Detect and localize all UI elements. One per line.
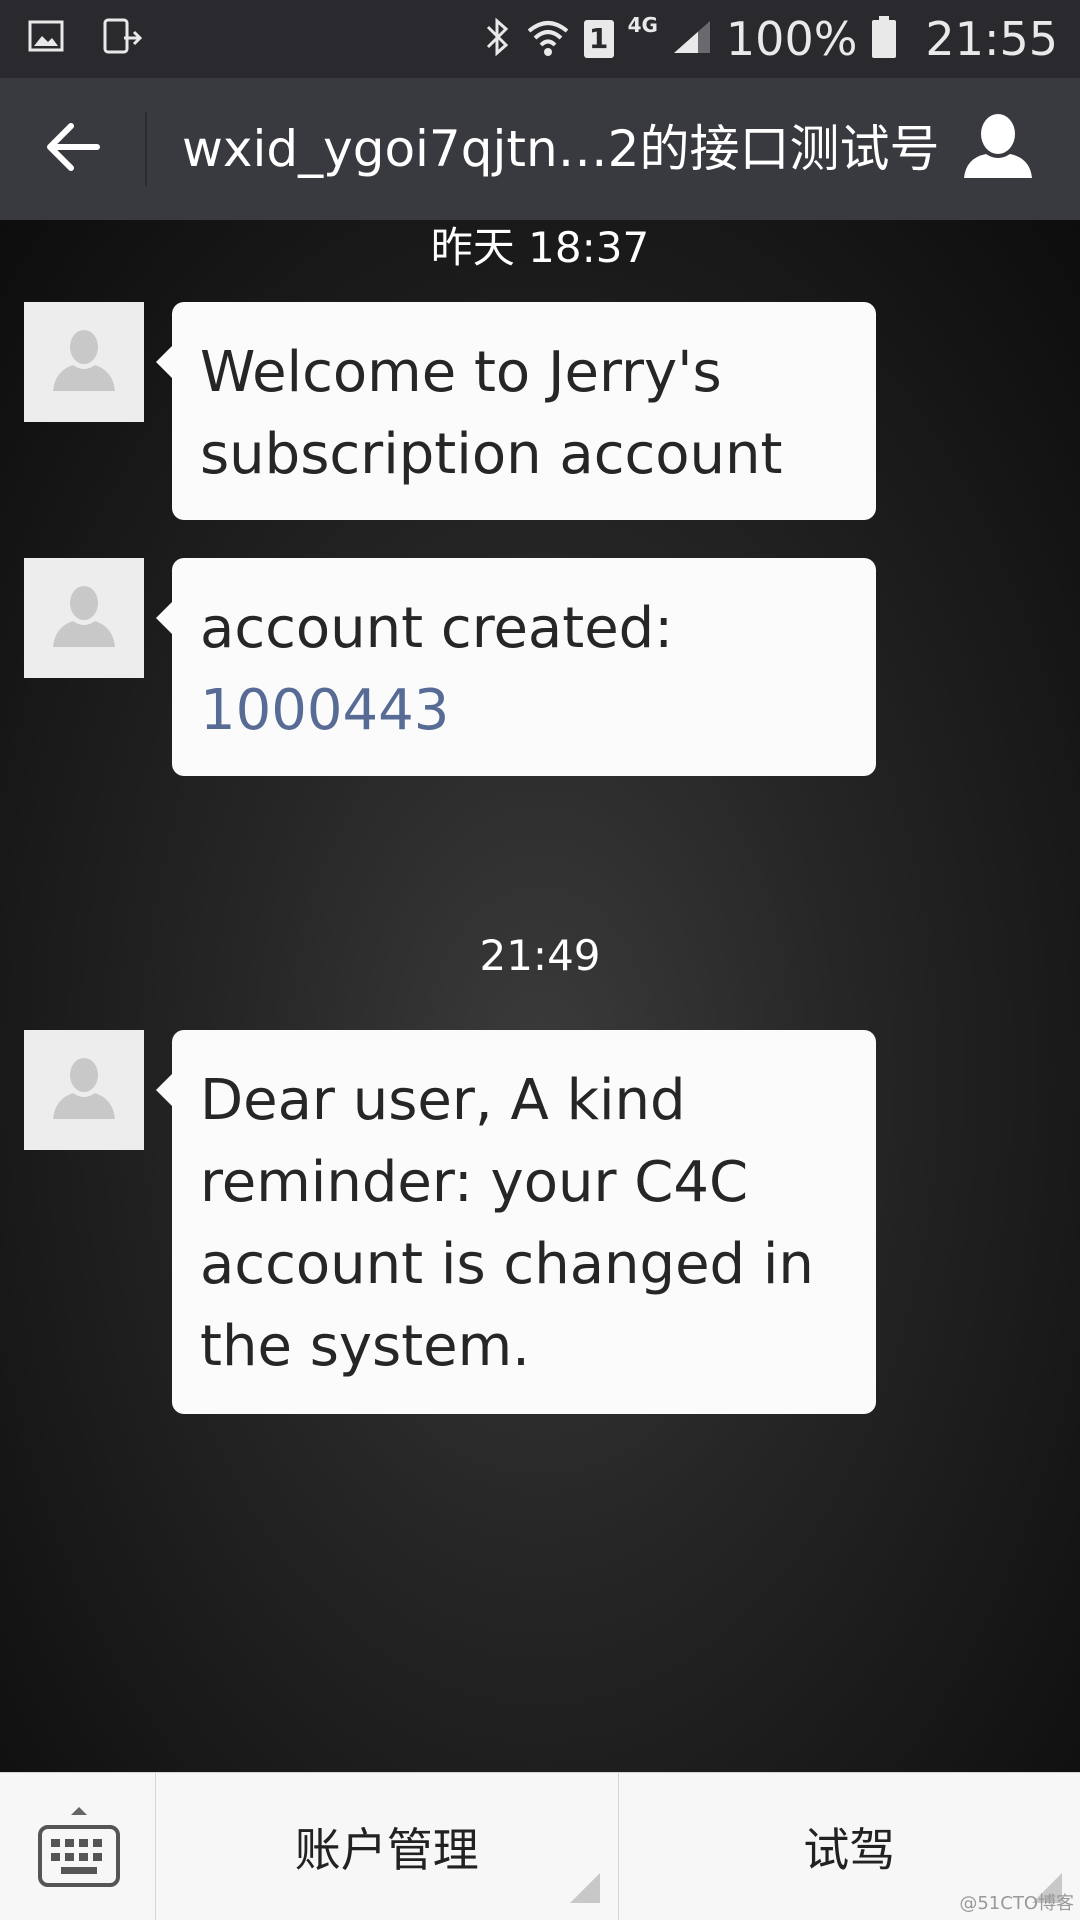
battery-icon — [871, 15, 897, 63]
avatar[interactable] — [24, 1030, 144, 1150]
message-list[interactable]: 昨天 18:37 Welcome to Jerry's subscription… — [0, 220, 1080, 1772]
timestamp: 昨天 18:37 — [430, 223, 650, 272]
back-arrow-icon — [45, 122, 101, 176]
bluetooth-icon — [484, 17, 512, 61]
message-text: account created: — [200, 596, 674, 661]
menu-label: 账户管理 — [294, 1823, 479, 1877]
sim-indicator: 1 — [583, 20, 614, 58]
message-bubble[interactable]: Welcome to Jerry's subscription account — [156, 302, 876, 520]
avatar[interactable] — [24, 302, 144, 422]
back-button[interactable] — [38, 114, 108, 184]
watermark: @51CTO博客 — [959, 1893, 1074, 1914]
profile-button[interactable] — [960, 112, 1036, 188]
default-avatar-icon — [53, 330, 115, 391]
user-icon — [960, 114, 1036, 192]
message-bubble[interactable]: Dear user, A kind reminder: your C4C acc… — [156, 1030, 876, 1414]
status-bar: 1 4G 100% 21:55 — [0, 0, 1080, 78]
screen-cast-icon — [102, 18, 143, 60]
timestamp: 21:49 — [479, 931, 601, 980]
default-avatar-icon — [53, 1058, 115, 1119]
menu-account-management[interactable]: 账户管理 — [156, 1773, 618, 1920]
chat-screen: 1 4G 100% 21:55 wxid_ygoi7qjtn…2的接口测试号 昨… — [0, 0, 1080, 1920]
avatar[interactable] — [24, 558, 144, 678]
signal-icon — [672, 19, 712, 59]
battery-percent: 100% — [725, 12, 858, 66]
bottom-menu: 账户管理 试驾 @51CTO博客 — [0, 1772, 1080, 1920]
menu-label: 试驾 — [803, 1823, 896, 1877]
wifi-icon — [526, 17, 570, 61]
keyboard-toggle-button[interactable] — [0, 1773, 156, 1920]
chat-title: wxid_ygoi7qjtn…2的接口测试号 — [182, 120, 940, 178]
message-bubble[interactable]: account created: 1000443 — [156, 558, 876, 776]
clock: 21:55 — [925, 12, 1058, 66]
keyboard-icon — [38, 1807, 120, 1887]
title-divider — [145, 112, 147, 186]
title-bar: wxid_ygoi7qjtn…2的接口测试号 — [0, 78, 1080, 220]
default-avatar-icon — [53, 586, 115, 647]
phone-number-link[interactable]: 1000443 — [200, 678, 449, 743]
submenu-indicator-icon — [569, 1873, 600, 1903]
gallery-icon — [28, 18, 64, 60]
network-type: 4G — [627, 13, 658, 37]
